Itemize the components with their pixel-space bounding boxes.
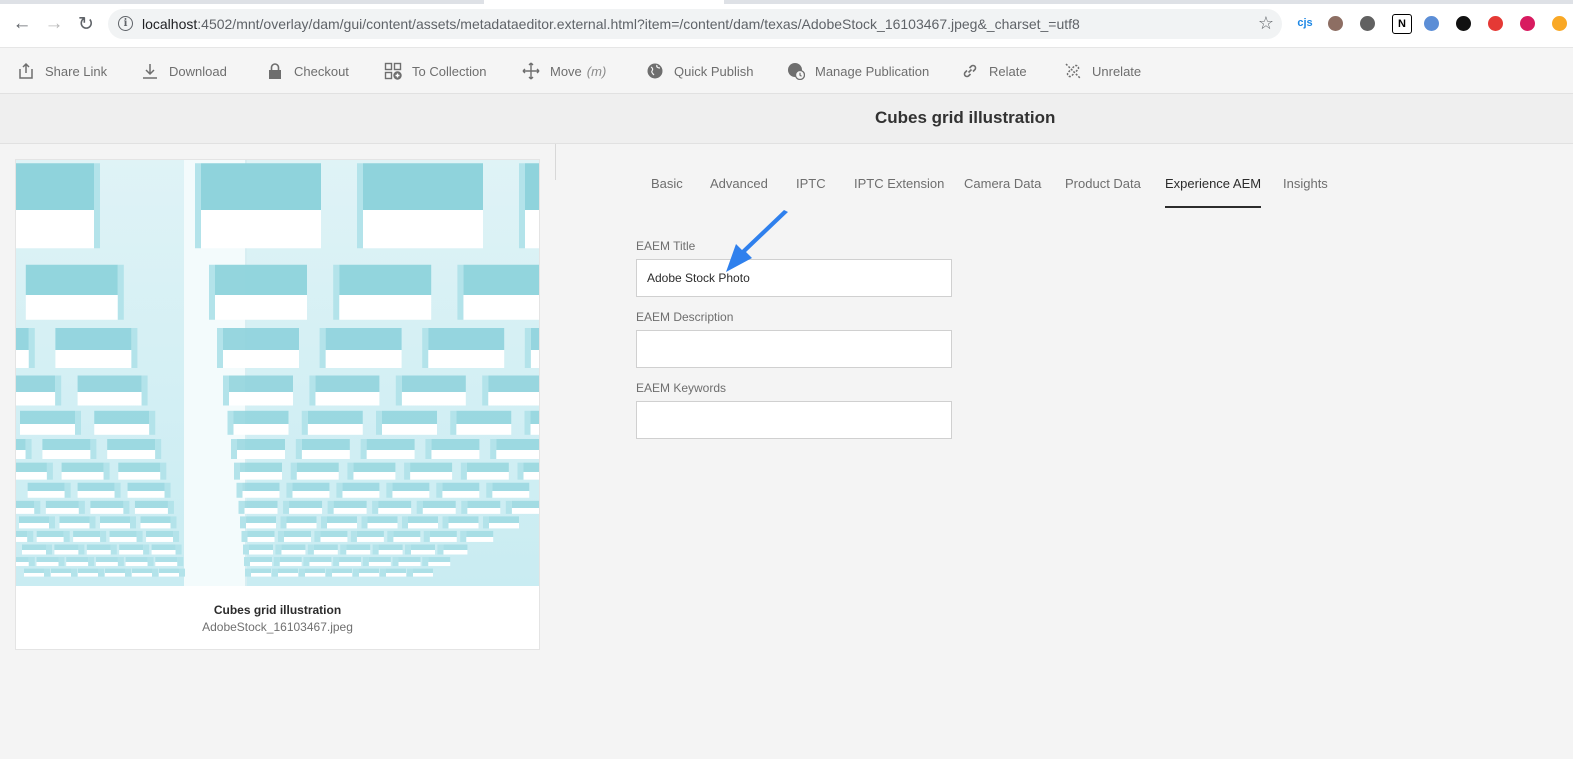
address-bar[interactable]: i localhost:4502/mnt/overlay/dam/gui/con… <box>108 9 1282 39</box>
cjs-extension-icon[interactable]: cjs <box>1296 14 1314 32</box>
move-button[interactable]: Move (m) <box>521 48 606 94</box>
cubes-grid-illustration <box>16 160 539 586</box>
back-arrow-icon[interactable]: ← <box>10 12 34 36</box>
tab-strip <box>0 0 1573 4</box>
eaem-title-label: EAEM Title <box>636 239 696 253</box>
reload-icon[interactable]: ↻ <box>74 12 98 36</box>
manage-publication-label: Manage Publication <box>815 63 930 79</box>
info-icon[interactable]: i <box>118 16 133 31</box>
unlink-icon <box>1063 61 1083 81</box>
download-button[interactable]: Download <box>140 48 227 94</box>
tab-advanced[interactable]: Advanced <box>710 165 768 208</box>
download-label: Download <box>169 63 227 79</box>
tab-insights[interactable]: Insights <box>1283 165 1328 208</box>
page-title: Cubes grid illustration <box>875 108 1056 127</box>
download-icon <box>140 61 160 81</box>
url-host: localhost <box>142 16 198 32</box>
forward-arrow-icon[interactable]: → <box>42 12 66 36</box>
collection-add-icon <box>383 61 403 81</box>
url-text[interactable]: localhost:4502/mnt/overlay/dam/gui/conte… <box>142 16 1080 32</box>
to-collection-button[interactable]: To Collection <box>383 48 486 94</box>
eaem-keywords-label: EAEM Keywords <box>636 381 727 395</box>
spy-extension-icon[interactable] <box>1456 16 1471 31</box>
eye-extension-icon[interactable] <box>1520 16 1535 31</box>
active-browser-tab[interactable] <box>484 0 724 4</box>
browser-toolbar: ← → ↻ i localhost:4502/mnt/overlay/dam/g… <box>0 0 1573 48</box>
tab-experience-aem[interactable]: Experience AEM <box>1165 165 1262 208</box>
quill-extension-icon[interactable] <box>1328 16 1343 31</box>
card-title: Cubes grid illustration <box>213 603 342 617</box>
panel-divider <box>555 144 556 180</box>
bookmark-star-icon[interactable]: ☆ <box>1258 13 1274 34</box>
eaem-description-label: EAEM Description <box>636 310 734 324</box>
eaem-keywords-field[interactable] <box>636 401 952 439</box>
checkout-button[interactable]: Checkout <box>265 48 349 94</box>
tab-iptc[interactable]: IPTC <box>796 165 826 208</box>
tab-product-data[interactable]: Product Data <box>1065 165 1141 208</box>
lock-icon <box>265 61 285 81</box>
share-icon <box>16 61 36 81</box>
asset-card: Cubes grid illustration AdobeStock_16103… <box>15 159 540 650</box>
checkout-label: Checkout <box>294 63 349 79</box>
link-icon <box>960 61 980 81</box>
card-filename: AdobeStock_16103467.jpeg <box>202 620 353 634</box>
relate-button[interactable]: Relate <box>960 48 1027 94</box>
triangle-extension-icon[interactable] <box>1552 16 1567 31</box>
eaem-description-field[interactable] <box>636 330 952 368</box>
globe-clock-icon <box>786 61 806 81</box>
unrelate-label: Unrelate <box>1092 63 1142 79</box>
tab-basic[interactable]: Basic <box>651 165 683 208</box>
blue-orb-extension-icon[interactable] <box>1424 16 1439 31</box>
asset-thumbnail <box>16 160 539 586</box>
quick-publish-button[interactable]: Quick Publish <box>645 48 753 94</box>
relate-label: Relate <box>989 63 1027 79</box>
circle-extension-icon[interactable] <box>1360 16 1375 31</box>
move-label: Move <box>550 63 582 79</box>
to-collection-label: To Collection <box>412 63 487 79</box>
manage-publication-button[interactable]: Manage Publication <box>786 48 929 94</box>
globe-icon <box>645 61 665 81</box>
tab-iptc-extension[interactable]: IPTC Extension <box>854 165 944 208</box>
share-link-button[interactable]: Share Link <box>16 48 107 94</box>
share-link-label: Share Link <box>45 63 108 79</box>
move-shortcut-hint: (m) <box>586 63 607 79</box>
tab-camera-data[interactable]: Camera Data <box>964 165 1041 208</box>
unrelate-button[interactable]: Unrelate <box>1063 48 1141 94</box>
action-toolbar: Share Link Download Checkout To Collecti… <box>0 48 1573 94</box>
move-icon <box>521 61 541 81</box>
annotation-arrow-icon <box>726 210 788 272</box>
quick-publish-label: Quick Publish <box>674 63 754 79</box>
title-bar: Cubes grid illustration <box>0 94 1573 144</box>
n-extension-icon[interactable]: N <box>1392 14 1412 34</box>
url-path: :4502/mnt/overlay/dam/gui/content/assets… <box>197 16 1080 32</box>
stop-hand-extension-icon[interactable] <box>1488 16 1503 31</box>
